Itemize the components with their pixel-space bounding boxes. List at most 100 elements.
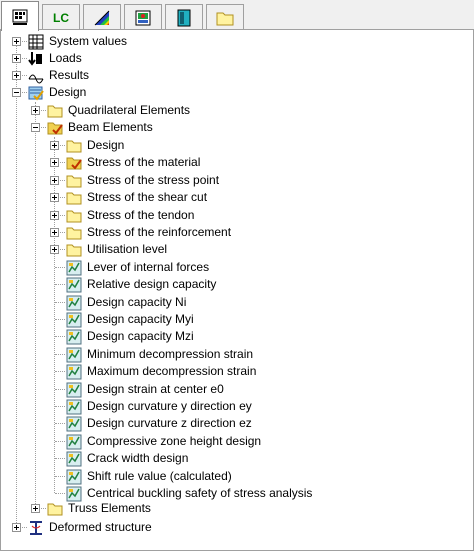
expand-toggle[interactable] [50, 228, 59, 237]
folder-icon [66, 227, 82, 239]
tree-item-label: Results [49, 68, 90, 82]
tree-item-label: Compressive zone height design [87, 434, 262, 448]
tree-line [55, 441, 65, 442]
tree-item-stress-of-the-reinforcement[interactable]: Stress of the reinforcement [66, 224, 233, 241]
collapse-toggle[interactable] [31, 123, 40, 132]
folder-icon [66, 175, 82, 187]
tab-lc[interactable]: LC [42, 4, 80, 30]
expand-toggle[interactable] [12, 54, 21, 63]
expand-toggle[interactable] [12, 71, 21, 80]
tree-item-stress-of-the-stress-point[interactable]: Stress of the stress point [66, 172, 221, 189]
tree-item-compressive-zone-height-design[interactable]: Compressive zone height design [66, 433, 263, 450]
system-values-icon [12, 9, 28, 25]
result-icon [66, 312, 82, 327]
tree-item-label: Minimum decompression strain [87, 347, 254, 361]
tree-item-label: Lever of internal forces [87, 260, 210, 274]
folder-check-icon [66, 157, 82, 170]
tree-item-design-curvature-y-direction-ey[interactable]: Design curvature y direction ey [66, 398, 254, 415]
expand-toggle[interactable] [50, 193, 59, 202]
tree-line [55, 389, 65, 390]
tab-view[interactable] [124, 4, 162, 30]
tree-item-maximum-decompression-strain[interactable]: Maximum decompression strain [66, 363, 258, 380]
tree-item-design[interactable]: Design [28, 84, 88, 101]
tree-item-label: Design curvature y direction ey [87, 399, 252, 413]
folder-check-icon [47, 122, 63, 135]
tree-item-shift-rule-value-calculated[interactable]: Shift rule value (calculated) [66, 468, 234, 485]
tree-line [55, 406, 65, 407]
tree-item-truss-elements[interactable]: Truss Elements [47, 500, 153, 517]
tree-line [55, 493, 65, 494]
tab-colors[interactable] [83, 4, 121, 30]
tree-item-loads[interactable]: Loads [28, 50, 84, 67]
tree-item-label: Beam Elements [68, 120, 153, 134]
result-icon [66, 364, 82, 379]
result-icon [66, 434, 82, 449]
result-icon [66, 399, 82, 414]
tree-item-label: Design [87, 138, 125, 152]
expand-toggle[interactable] [12, 37, 21, 46]
tree-item-label: Design [49, 85, 87, 99]
tree-item-design-capacity-myi[interactable]: Design capacity Myi [66, 311, 196, 328]
tree-view: System values Loads Results Design Quadr… [1, 30, 473, 549]
tree-item-minimum-decompression-strain[interactable]: Minimum decompression strain [66, 346, 255, 363]
tab-panel[interactable] [165, 4, 203, 30]
tree-line [54, 137, 55, 493]
result-icon [66, 469, 82, 484]
tree-item-results[interactable]: Results [28, 67, 91, 84]
tree-item-design[interactable]: Design [66, 137, 126, 154]
result-icon [66, 260, 82, 275]
expand-toggle[interactable] [12, 523, 21, 532]
tree-item-deformed-structure[interactable]: Deformed structure [28, 519, 154, 536]
expand-toggle[interactable] [50, 176, 59, 185]
collapse-toggle[interactable] [12, 88, 21, 97]
tree-panel: System values Loads Results Design Quadr… [0, 30, 474, 551]
tree-item-design-capacity-ni[interactable]: Design capacity Ni [66, 294, 188, 311]
folder-icon [66, 244, 82, 256]
expand-toggle[interactable] [31, 106, 40, 115]
folder-icon [47, 503, 63, 515]
expand-toggle[interactable] [31, 504, 40, 513]
tree-item-crack-width-design[interactable]: Crack width design [66, 450, 190, 467]
load-arrow-icon [28, 51, 42, 66]
design-check-icon [28, 86, 44, 101]
tree-item-label: Design capacity Ni [87, 295, 187, 309]
tree-item-design-strain-at-center-e0[interactable]: Design strain at center e0 [66, 381, 226, 398]
tree-item-label: Loads [49, 51, 82, 65]
tree-item-design-capacity-mzi[interactable]: Design capacity Mzi [66, 328, 196, 345]
result-icon [66, 382, 82, 397]
folder-icon [66, 210, 82, 222]
tree-item-label: Truss Elements [68, 501, 151, 515]
tree-item-label: Centrical buckling safety of stress anal… [87, 486, 313, 500]
folder-icon [66, 192, 82, 204]
expand-toggle[interactable] [50, 141, 59, 150]
tree-item-label: Design capacity Myi [87, 312, 194, 326]
view-icon [135, 10, 151, 25]
tree-item-label: Stress of the material [87, 155, 201, 169]
tab-strip: LC [0, 0, 474, 31]
tree-item-beam-elements[interactable]: Beam Elements [47, 119, 155, 136]
result-icon [66, 329, 82, 344]
tab-folder[interactable] [206, 4, 244, 30]
tree-item-label: Stress of the shear cut [87, 190, 208, 204]
tree-item-design-curvature-z-direction-ez[interactable]: Design curvature z direction ez [66, 415, 254, 432]
tree-item-utilisation-level[interactable]: Utilisation level [66, 241, 169, 258]
tree-item-label: Shift rule value (calculated) [87, 469, 232, 483]
tree-item-label: System values [49, 34, 128, 48]
tab-system[interactable] [1, 1, 39, 31]
tree-item-stress-of-the-tendon[interactable]: Stress of the tendon [66, 207, 196, 224]
expand-toggle[interactable] [50, 211, 59, 220]
tree-item-system-values[interactable]: System values [28, 33, 129, 50]
tree-item-relative-design-capacity[interactable]: Relative design capacity [66, 276, 218, 293]
expand-toggle[interactable] [50, 245, 59, 254]
deformed-structure-icon [30, 520, 42, 535]
expand-toggle[interactable] [50, 158, 59, 167]
tree-line [55, 354, 65, 355]
tree-item-lever-of-internal-forces[interactable]: Lever of internal forces [66, 259, 211, 276]
results-graph-icon [28, 74, 44, 83]
tree-item-stress-of-the-material[interactable]: Stress of the material [66, 154, 202, 171]
tree-item-stress-of-the-shear-cut[interactable]: Stress of the shear cut [66, 189, 209, 206]
result-icon [66, 416, 82, 431]
tree-item-quadrilateral-elements[interactable]: Quadrilateral Elements [47, 102, 192, 119]
tree-item-label: Quadrilateral Elements [68, 103, 191, 117]
tree-item-label: Relative design capacity [87, 277, 217, 291]
